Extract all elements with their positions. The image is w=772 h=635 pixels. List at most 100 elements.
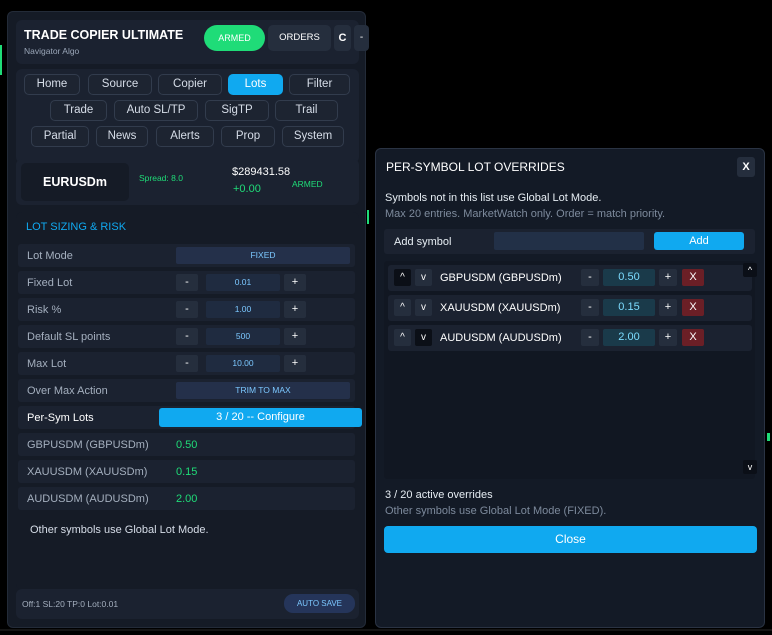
close-button[interactable]: Close [384, 526, 757, 553]
auto-save-button[interactable]: AUTO SAVE [284, 594, 355, 613]
tab-auto-sl-tp[interactable]: Auto SL/TP [114, 100, 198, 121]
list-item: GBPUSDM (GBPUSDm) 0.50 [18, 433, 355, 456]
symbol-lot: 2.00 [176, 493, 198, 505]
symbol-lot: 0.50 [176, 439, 198, 451]
panel-header: TRADE COPIER ULTIMATE Navigator Algo ARM… [16, 20, 369, 64]
move-down-button[interactable]: v [415, 329, 432, 346]
tab-sigtp[interactable]: SigTP [205, 100, 269, 121]
remove-button[interactable]: X [682, 329, 704, 346]
symbol-name: AUDUSDM (AUDUSDm) [27, 493, 149, 505]
max-lot-decrement[interactable]: - [176, 355, 198, 372]
tab-prop[interactable]: Prop [221, 126, 275, 147]
add-symbol-label: Add symbol [394, 236, 452, 248]
list-item: ^ v GBPUSDM (GBPUSDm) - 0.50 + X [388, 265, 752, 291]
lot-mode-select[interactable]: FIXED [176, 247, 350, 264]
fixed-lot-decrement[interactable]: - [176, 274, 198, 291]
risk-input[interactable]: 1.00 [206, 301, 280, 318]
spread-readout: Spread: 8.0 [139, 173, 183, 183]
tab-home[interactable]: Home [24, 74, 80, 95]
per-symbol-overrides-dialog: PER-SYMBOL LOT OVERRIDES X Symbols not i… [375, 148, 765, 628]
sl-points-increment[interactable]: + [284, 328, 306, 345]
lot-decrement[interactable]: - [581, 299, 599, 316]
lot-increment[interactable]: + [659, 299, 677, 316]
current-symbol[interactable]: EURUSDm [21, 163, 129, 201]
sl-points-decrement[interactable]: - [176, 328, 198, 345]
scroll-up-button[interactable]: ^ [743, 263, 757, 277]
tab-source[interactable]: Source [88, 74, 152, 95]
list-item: ^ v AUDUSDM (AUDUSDm) - 2.00 + X [388, 325, 752, 351]
move-up-button[interactable]: ^ [394, 329, 411, 346]
sl-points-label: Default SL points [27, 331, 111, 343]
add-symbol-row: Add symbol Add [384, 229, 755, 254]
section-title: LOT SIZING & RISK [26, 221, 127, 233]
remove-button[interactable]: X [682, 299, 704, 316]
symbol-name: GBPUSDM (GBPUSDm) [27, 439, 149, 451]
tab-news[interactable]: News [96, 126, 148, 147]
symbol-lot: 0.15 [176, 466, 198, 478]
close-icon[interactable]: X [737, 157, 755, 177]
list-item: ^ v XAUUSDM (XAUUSDm) - 0.15 + X [388, 295, 752, 321]
lot-increment[interactable]: + [659, 329, 677, 346]
fixed-lot-row: Fixed Lot - 0.01 + [18, 271, 355, 294]
override-lot[interactable]: 2.00 [603, 329, 655, 346]
list-item: XAUUSDM (XAUUSDm) 0.15 [18, 460, 355, 483]
move-down-button[interactable]: v [415, 269, 432, 286]
global-lot-note: Other symbols use Global Lot Mode. [30, 524, 209, 536]
tab-partial[interactable]: Partial [31, 126, 89, 147]
tab-copier[interactable]: Copier [158, 74, 222, 95]
tab-system[interactable]: System [282, 126, 344, 147]
fixed-lot-label: Fixed Lot [27, 277, 73, 289]
overrides-list: ^ v GBPUSDM (GBPUSDm) - 0.50 + X ^ v XAU… [384, 261, 757, 479]
minimize-button[interactable]: - [354, 25, 369, 51]
dialog-hint: Max 20 entries. MarketWatch only. Order … [385, 208, 666, 220]
scroll-down-button[interactable]: v [743, 460, 757, 474]
fixed-lot-increment[interactable]: + [284, 274, 306, 291]
dialog-info: Symbols not in this list use Global Lot … [385, 192, 602, 204]
max-lot-row: Max Lot - 10.00 + [18, 352, 355, 375]
risk-increment[interactable]: + [284, 301, 306, 318]
app-title: TRADE COPIER ULTIMATE [24, 28, 184, 42]
max-lot-increment[interactable]: + [284, 355, 306, 372]
tab-alerts[interactable]: Alerts [156, 126, 214, 147]
sl-points-row: Default SL points - 500 + [18, 325, 355, 348]
lot-increment[interactable]: + [659, 269, 677, 286]
armed-button[interactable]: ARMED [204, 25, 265, 51]
add-symbol-input[interactable] [494, 232, 644, 250]
status-footer: Off:1 SL:20 TP:0 Lot:0.01 AUTO SAVE [16, 589, 359, 619]
tab-lots[interactable]: Lots [228, 74, 283, 95]
over-max-select[interactable]: TRIM TO MAX [176, 382, 350, 399]
over-max-row: Over Max Action TRIM TO MAX [18, 379, 355, 402]
tab-filter[interactable]: Filter [289, 74, 350, 95]
sl-points-input[interactable]: 500 [206, 328, 280, 345]
move-up-button[interactable]: ^ [394, 269, 411, 286]
risk-row: Risk % - 1.00 + [18, 298, 355, 321]
orders-button[interactable]: ORDERS [268, 25, 331, 51]
c-button[interactable]: C [334, 25, 351, 51]
footer-status: Off:1 SL:20 TP:0 Lot:0.01 [22, 599, 119, 609]
symbol-name: XAUUSDM (XAUUSDm) [27, 466, 148, 478]
lot-decrement[interactable]: - [581, 329, 599, 346]
lot-decrement[interactable]: - [581, 269, 599, 286]
risk-label: Risk % [27, 304, 62, 316]
max-lot-label: Max Lot [27, 358, 67, 370]
configure-button[interactable]: 3 / 20 -- Configure [159, 408, 362, 427]
active-overrides-note: Other symbols use Global Lot Mode (FIXED… [385, 505, 607, 517]
risk-decrement[interactable]: - [176, 301, 198, 318]
override-lot[interactable]: 0.15 [603, 299, 655, 316]
add-button[interactable]: Add [654, 232, 744, 250]
move-up-button[interactable]: ^ [394, 299, 411, 316]
tab-trail[interactable]: Trail [275, 100, 338, 121]
per-sym-label: Per-Sym Lots [27, 412, 94, 424]
override-symbol: XAUUSDM (XAUUSDm) [440, 302, 561, 314]
max-lot-input[interactable]: 10.00 [206, 355, 280, 372]
fixed-lot-input[interactable]: 0.01 [206, 274, 280, 291]
tab-trade[interactable]: Trade [50, 100, 107, 121]
trade-copier-panel: TRADE COPIER ULTIMATE Navigator Algo ARM… [7, 11, 369, 628]
override-symbol: AUDUSDM (AUDUSDm) [440, 332, 562, 344]
override-lot[interactable]: 0.50 [603, 269, 655, 286]
move-down-button[interactable]: v [415, 299, 432, 316]
symbol-bar: EURUSDm Spread: 8.0 $289431.58 +0.00 ARM… [16, 159, 359, 205]
list-item: AUDUSDM (AUDUSDm) 2.00 [18, 487, 355, 510]
per-sym-row: Per-Sym Lots 3 / 20 -- Configure [18, 406, 362, 429]
remove-button[interactable]: X [682, 269, 704, 286]
